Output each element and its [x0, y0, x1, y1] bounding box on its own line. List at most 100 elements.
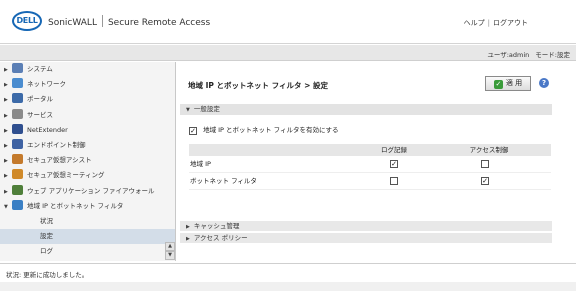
sidebar-item-label: セキュア仮想ミーティング [27, 171, 105, 180]
meeting-icon [12, 169, 23, 180]
geo-icon [12, 199, 23, 210]
status-text: 状況: 更新に成功しました。 [6, 271, 89, 279]
sidebar-subitem[interactable]: 設定 [0, 229, 175, 245]
expanded-triangle-icon: ▼ [186, 107, 190, 113]
access-policy-section[interactable]: ▶ アクセス ポリシー [180, 233, 552, 243]
app-window: DELL SonicWALL Secure Remote Access ヘルプ | ロ… [0, 0, 576, 291]
table-body: 地域 IP ✓ ボットネット フィルタ ✓ [189, 156, 551, 190]
apply-button[interactable]: ✓ 適 用 [485, 76, 531, 91]
nav-list: ▶ システム ▶ ネットワーク ▶ ポータル ▶ サービス ▶ NetExtender ▶ エンドポイ… [0, 62, 175, 214]
collapsed-triangle-icon: ▶ [186, 236, 190, 242]
link-separator: | [487, 19, 490, 27]
top-links: ヘルプ | ログアウト [464, 18, 528, 28]
sidebar-item[interactable]: ▶ セキュア仮想ミーティング [0, 168, 175, 183]
table-header: ログ記録 アクセス制御 [189, 144, 551, 156]
shield-icon [12, 138, 23, 149]
user-label: ユーザ: [487, 51, 509, 59]
expand-arrow-icon[interactable]: ▶ [4, 169, 12, 184]
product-subtitle: Secure Remote Access [107, 18, 211, 28]
sidebar-item-label: システム [27, 65, 53, 73]
log-checkbox[interactable] [390, 177, 398, 185]
cache-management-section[interactable]: ▶ キャッシュ管理 [180, 221, 552, 231]
sidebar-item-label: セキュア仮想アシスト [27, 156, 92, 165]
sidebar-item-label: エンドポイント制御 [27, 140, 86, 149]
sidebar-item[interactable]: ▶ ネットワーク [0, 77, 175, 92]
help-icon[interactable]: ? [539, 78, 549, 88]
row-name: ボットネット フィルタ [190, 177, 257, 185]
enable-filter-checkbox[interactable]: ✓ [189, 127, 197, 135]
portal-icon [12, 93, 23, 104]
expand-arrow-icon[interactable]: ▶ [4, 63, 12, 78]
checkmark-icon: ✓ [493, 80, 503, 89]
sidebar-subitem[interactable]: 状況 [0, 214, 175, 229]
general-section-label: 一般設定 [193, 105, 220, 113]
mode-label: モード: [535, 51, 557, 59]
brand-title: SonicWALL Secure Remote Access [48, 15, 210, 28]
expand-arrow-icon[interactable]: ▶ [4, 93, 12, 108]
user-value: admin [508, 51, 530, 59]
sidebar-item[interactable]: ▶ サービス [0, 108, 175, 123]
sidebar-item[interactable]: ▶ セキュア仮想アシスト [0, 153, 175, 168]
scroll-down-arrow-icon[interactable]: ▼ [165, 251, 175, 260]
dell-logo: DELL [12, 11, 42, 31]
collapsed-triangle-icon: ▶ [186, 224, 190, 230]
general-settings-section[interactable]: ▼ 一般設定 [180, 104, 552, 115]
netextender-icon [12, 123, 23, 134]
row-name: 地域 IP [190, 160, 211, 168]
header: DELL SonicWALL Secure Remote Access ヘルプ | ロ… [0, 0, 576, 44]
expanded-arrow-icon[interactable]: ▼ [4, 200, 12, 215]
sidebar-item-label: ポータル [27, 95, 53, 104]
expand-arrow-icon[interactable]: ▶ [4, 78, 12, 93]
user-info: ユーザ:admin モード:設定 [487, 49, 570, 59]
user-bar: ユーザ:admin モード:設定 [0, 45, 576, 61]
mode-value[interactable]: 設定 [557, 51, 570, 59]
help-link[interactable]: ヘルプ [464, 19, 485, 27]
enable-filter-label: 地域 IP とボットネット フィルタを有効にする [203, 126, 339, 134]
column-header-log: ログ記録 [381, 146, 407, 154]
sidebar-item-label: ネットワーク [27, 80, 66, 89]
expand-arrow-icon[interactable]: ▶ [4, 139, 12, 154]
assist-icon [12, 154, 23, 165]
bottom-strip [0, 282, 576, 291]
apply-label: 適 用 [505, 79, 523, 87]
sub-nav-list: 状況 設定 ログ [0, 214, 175, 260]
status-bar: 状況: 更新に成功しました。 [0, 263, 576, 281]
product-name: SonicWALL [48, 18, 97, 28]
sidebar-item[interactable]: ▶ NetExtender [0, 123, 175, 138]
access-control-checkbox[interactable]: ✓ [481, 177, 489, 185]
main-panel: 地域 IP とボットネット フィルタ > 設定 ✓ 適 用 ? ▼ 一般設定 ✓ 地… [177, 62, 576, 261]
log-checkbox[interactable]: ✓ [390, 160, 398, 168]
sidebar-item-label: 地域 IP とボットネット フィルタ [27, 201, 124, 210]
expand-arrow-icon[interactable]: ▶ [4, 124, 12, 139]
sidebar-item-label: ウェブ アプリケーション ファイアウォール [27, 186, 155, 195]
sidebar-subitem[interactable]: ログ [0, 244, 175, 259]
cache-section-label: キャッシュ管理 [193, 222, 240, 230]
logout-link[interactable]: ログアウト [493, 19, 528, 27]
sidebar-item[interactable]: ▼ 地域 IP とボットネット フィルタ [0, 199, 175, 214]
gear-icon [12, 108, 23, 119]
sidebar-item[interactable]: ▶ エンドポイント制御 [0, 138, 175, 153]
expand-arrow-icon[interactable]: ▶ [4, 154, 12, 169]
access-policy-label: アクセス ポリシー [193, 234, 248, 242]
filter-table: ログ記録 アクセス制御 地域 IP ✓ ボットネット フィルタ ✓ [189, 144, 551, 190]
firewall-icon [12, 184, 23, 195]
sidebar-item-label: NetExtender [27, 125, 68, 134]
sidebar-item[interactable]: ▶ システム [0, 62, 175, 77]
expand-arrow-icon[interactable]: ▶ [4, 185, 12, 200]
sidebar: ▶ システム ▶ ネットワーク ▶ ポータル ▶ サービス ▶ NetExtender ▶ エンドポイ… [0, 62, 176, 261]
monitor-icon [12, 63, 23, 73]
page-title: 地域 IP とボットネット フィルタ > 設定 [188, 81, 328, 90]
table-row: 地域 IP ✓ [189, 156, 551, 173]
column-header-access: アクセス制御 [469, 146, 509, 154]
enable-filter-row: ✓ 地域 IP とボットネット フィルタを有効にする [189, 124, 339, 135]
sidebar-item[interactable]: ▶ ポータル [0, 92, 175, 107]
sidebar-item-label: サービス [27, 110, 53, 119]
access-control-checkbox[interactable] [481, 160, 489, 168]
sidebar-item[interactable]: ▶ ウェブ アプリケーション ファイアウォール [0, 184, 175, 199]
expand-arrow-icon[interactable]: ▶ [4, 109, 12, 124]
brand-divider [101, 15, 103, 27]
globe-icon [12, 78, 23, 89]
sidebar-scrollbar[interactable]: ▲ ▼ [165, 242, 175, 261]
table-row: ボットネット フィルタ ✓ [189, 173, 551, 190]
scroll-up-arrow-icon[interactable]: ▲ [165, 242, 175, 251]
